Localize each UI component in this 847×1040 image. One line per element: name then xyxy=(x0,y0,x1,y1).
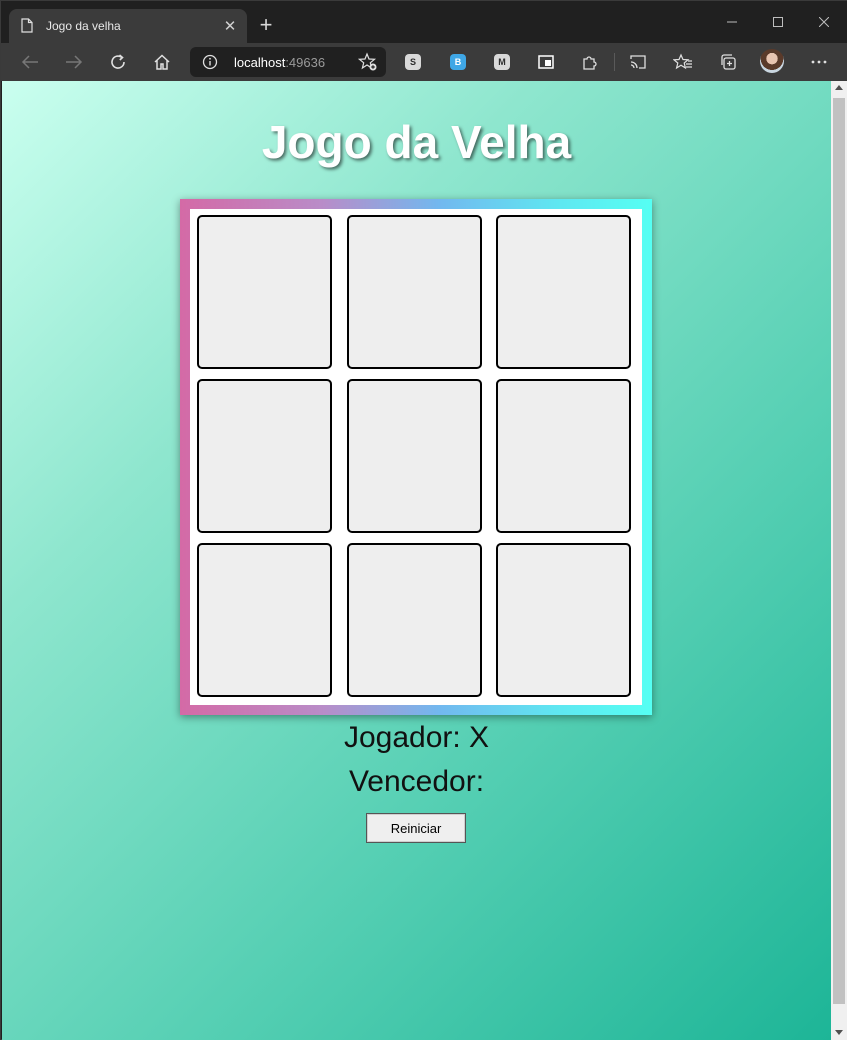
minimize-button[interactable] xyxy=(709,9,755,35)
address-port: :49636 xyxy=(285,55,326,70)
profile-avatar[interactable] xyxy=(760,49,784,73)
b-extension-icon[interactable]: B xyxy=(450,54,466,70)
b-extension-glyph: B xyxy=(454,57,462,67)
favorites-button[interactable] xyxy=(668,48,698,76)
collections-icon xyxy=(721,54,736,70)
s-extension-glyph: S xyxy=(409,57,416,67)
maximize-button[interactable] xyxy=(755,9,801,35)
board-cell-1[interactable] xyxy=(197,215,332,369)
address-text: localhost:49636 xyxy=(234,55,325,70)
scroll-up-arrow-icon[interactable] xyxy=(835,85,843,90)
refresh-icon xyxy=(111,54,125,69)
puzzle-icon xyxy=(583,56,597,70)
page-title: Jogo da Velha xyxy=(261,116,572,168)
window-icon xyxy=(538,55,554,69)
home-button[interactable] xyxy=(147,48,177,76)
restart-button[interactable]: Reiniciar xyxy=(366,813,466,843)
cast-icon xyxy=(630,55,646,69)
forward-button[interactable] xyxy=(59,48,89,76)
board-frame xyxy=(180,199,652,715)
minimize-icon xyxy=(727,21,737,23)
scroll-down-arrow-icon[interactable] xyxy=(835,1030,843,1035)
info-icon[interactable] xyxy=(202,54,218,70)
more-dots-icon xyxy=(811,60,827,64)
collections-button[interactable] xyxy=(713,48,743,76)
window-extension-icon[interactable] xyxy=(538,54,554,70)
favorites-icon xyxy=(673,53,692,70)
address-host: localhost xyxy=(234,55,286,70)
board-cell-2[interactable] xyxy=(347,215,482,369)
board-cell-5[interactable] xyxy=(347,379,482,533)
winner-text: Vencedor: xyxy=(348,765,485,798)
browser-window: Jogo da velha ✕ + localhost:49636 S B M … xyxy=(0,0,847,1040)
page-icon xyxy=(21,18,33,33)
extensions-button[interactable] xyxy=(575,48,605,76)
close-icon xyxy=(819,17,829,27)
game-board xyxy=(190,209,642,705)
board-cell-9[interactable] xyxy=(496,543,631,697)
home-icon xyxy=(154,54,170,70)
add-favorite-icon[interactable] xyxy=(358,52,378,72)
board-cell-6[interactable] xyxy=(496,379,631,533)
vertical-scrollbar[interactable] xyxy=(831,81,847,1040)
current-player-text: Jogador: X xyxy=(343,721,490,754)
browser-toolbar: localhost:49636 S B M xyxy=(1,43,847,81)
tab-strip: Jogo da velha ✕ + xyxy=(1,1,847,43)
cast-button[interactable] xyxy=(623,48,653,76)
address-bar[interactable]: localhost:49636 xyxy=(190,47,386,77)
tab-close-icon[interactable]: ✕ xyxy=(219,15,241,37)
tab-title: Jogo da velha xyxy=(46,19,121,33)
s-extension-icon[interactable]: S xyxy=(405,54,421,70)
m-extension-icon[interactable]: M xyxy=(494,54,510,70)
maximize-icon xyxy=(773,17,783,27)
scrollbar-thumb[interactable] xyxy=(833,98,845,1004)
back-arrow-icon xyxy=(21,55,38,69)
close-window-button[interactable] xyxy=(801,9,847,35)
board-cell-4[interactable] xyxy=(197,379,332,533)
toolbar-separator xyxy=(614,53,615,71)
m-extension-glyph: M xyxy=(498,57,506,67)
tab-jogo-da-velha[interactable]: Jogo da velha ✕ xyxy=(9,9,247,43)
forward-arrow-icon xyxy=(66,55,83,69)
refresh-button[interactable] xyxy=(103,48,133,76)
new-tab-button[interactable]: + xyxy=(254,12,278,37)
board-cell-3[interactable] xyxy=(496,215,631,369)
back-button[interactable] xyxy=(15,48,45,76)
settings-menu-button[interactable] xyxy=(804,48,834,76)
board-cell-8[interactable] xyxy=(347,543,482,697)
page-viewport: Jogo da Velha Jogador: X Vencedor: Reini… xyxy=(2,81,831,1040)
board-cell-7[interactable] xyxy=(197,543,332,697)
